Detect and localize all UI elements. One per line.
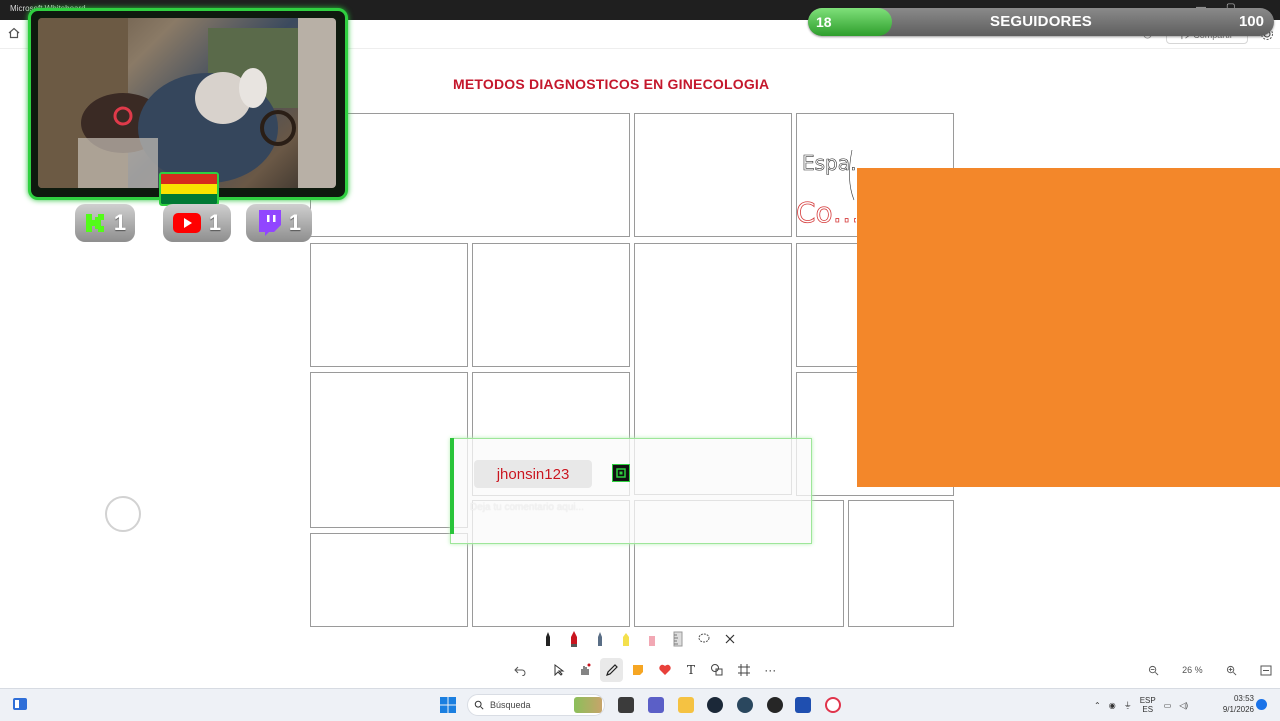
webcam-video: [38, 18, 336, 188]
red-pen-icon[interactable]: [564, 629, 584, 649]
chat-background: [450, 438, 812, 544]
pen-tool-icon[interactable]: [600, 658, 624, 682]
chat-message: Deja tu comentario aqui...: [470, 502, 584, 513]
zoom-level: 26 %: [1182, 665, 1203, 675]
twitch-count: 1: [288, 210, 302, 235]
board-cell[interactable]: [310, 113, 630, 237]
file-explorer-icon[interactable]: [678, 697, 694, 713]
chat-accent-bar: [450, 438, 454, 534]
yellow-highlighter-icon[interactable]: [616, 629, 636, 649]
chat-platform-icon: [612, 464, 630, 482]
kick-badge: 1: [75, 204, 135, 242]
home-icon[interactable]: [8, 27, 20, 39]
follower-label: SEGUIDORES: [989, 13, 1093, 30]
reaction-heart-icon[interactable]: [653, 658, 676, 682]
bottom-toolbar: T ···: [504, 656, 782, 684]
zoom-in-icon[interactable]: [1226, 665, 1237, 676]
whiteboard-app-icon[interactable]: [795, 697, 811, 713]
webcam-scene: [38, 18, 336, 188]
more-label: ···: [764, 663, 777, 677]
webcam-overlay: [28, 8, 348, 206]
lasso-icon[interactable]: [694, 629, 714, 649]
board-cell[interactable]: [310, 372, 468, 528]
sticky-note-icon[interactable]: [626, 658, 649, 682]
pink-highlighter-icon[interactable]: [642, 629, 662, 649]
board-title: METODOS DIAGNOSTICOS EN GINECOLOGIA: [453, 76, 770, 92]
shapes-icon[interactable]: [706, 658, 729, 682]
select-icon[interactable]: [547, 658, 570, 682]
clock-time: 03:53: [1233, 694, 1254, 703]
follower-goal-bar: 18 SEGUIDORES 100: [808, 8, 1274, 36]
text-tool-label: T: [687, 663, 696, 677]
handwritten-note: Espa… Co…: [796, 149, 856, 229]
system-tray: ⌃ ◉ ⏚ ESP ES ▭ ◁): [1094, 695, 1188, 715]
windows-start-icon[interactable]: [440, 697, 456, 713]
notification-icon[interactable]: [1256, 699, 1267, 710]
chat-app-icon[interactable]: [648, 697, 664, 713]
ruler-icon[interactable]: [668, 629, 688, 649]
more-icon[interactable]: ···: [759, 658, 782, 682]
zoom-controls: 26 %: [1148, 660, 1272, 680]
chat-username: jhonsin123: [474, 460, 592, 488]
language-label: ESP: [1139, 696, 1156, 705]
language-sub-label: ES: [1142, 705, 1154, 714]
taskbar-search[interactable]: Búsqueda: [467, 694, 605, 716]
youtube-count: 1: [208, 210, 222, 235]
display-icon[interactable]: ▭: [1164, 701, 1172, 710]
steam-icon[interactable]: [707, 697, 723, 713]
bolivia-flag-icon: [159, 172, 219, 206]
kick-icon: [85, 214, 104, 232]
board-cell[interactable]: [848, 500, 954, 627]
chevron-up-icon[interactable]: ⌃: [1094, 701, 1101, 710]
board-cell[interactable]: [634, 113, 792, 237]
windows-taskbar: Búsqueda ⌃ ◉ ⏚ ESP ES ▭ ◁) 03:53 9/1/202…: [0, 688, 1280, 721]
blue-pen-icon[interactable]: [590, 629, 610, 649]
widgets-icon[interactable]: [12, 697, 28, 711]
follower-goal: 100: [1238, 13, 1264, 30]
clock-date: 9/1/2026: [1222, 705, 1254, 714]
black-pen-icon[interactable]: [538, 629, 558, 649]
search-icon: [474, 700, 484, 710]
youtube-icon: [172, 213, 201, 233]
taskbar-clock[interactable]: 03:53 9/1/2026: [1210, 693, 1254, 715]
handwriting-line-1: Espa…: [802, 151, 856, 175]
pen-tray: [534, 627, 748, 651]
network-icon[interactable]: ◉: [1109, 701, 1116, 710]
kick-count: 1: [113, 210, 127, 235]
volume-icon[interactable]: ◁): [1179, 701, 1188, 710]
loading-spinner-icon: [105, 496, 141, 532]
board-cell[interactable]: [472, 243, 630, 367]
fit-to-screen-icon[interactable]: [1260, 665, 1272, 676]
search-placeholder: Búsqueda: [490, 700, 531, 710]
opera-icon[interactable]: [825, 697, 841, 713]
frame-icon[interactable]: [732, 658, 755, 682]
zoom-out-icon[interactable]: [1148, 665, 1159, 676]
language-indicator[interactable]: ESP ES: [1140, 696, 1156, 714]
board-cell[interactable]: [310, 533, 468, 627]
handwriting-line-2: Co…: [796, 196, 856, 229]
youtube-badge: 1: [163, 204, 231, 242]
task-view-icon[interactable]: [618, 697, 634, 713]
obs-icon[interactable]: [767, 697, 783, 713]
twitch-badge: 1: [246, 204, 312, 242]
search-highlight-icon: [574, 697, 602, 713]
text-icon[interactable]: T: [679, 658, 702, 682]
undo-icon[interactable]: [508, 658, 531, 682]
mic-icon[interactable]: ⏚: [1124, 700, 1132, 711]
board-cell[interactable]: [310, 243, 468, 367]
chat-overlay: jhonsin123 Deja tu comentario aqui...: [450, 438, 818, 544]
hand-icon[interactable]: [574, 658, 597, 682]
steam-icon-2[interactable]: [737, 697, 753, 713]
orange-overlay-block: [857, 168, 1280, 487]
close-icon[interactable]: [720, 629, 740, 649]
twitch-icon: [258, 210, 281, 236]
